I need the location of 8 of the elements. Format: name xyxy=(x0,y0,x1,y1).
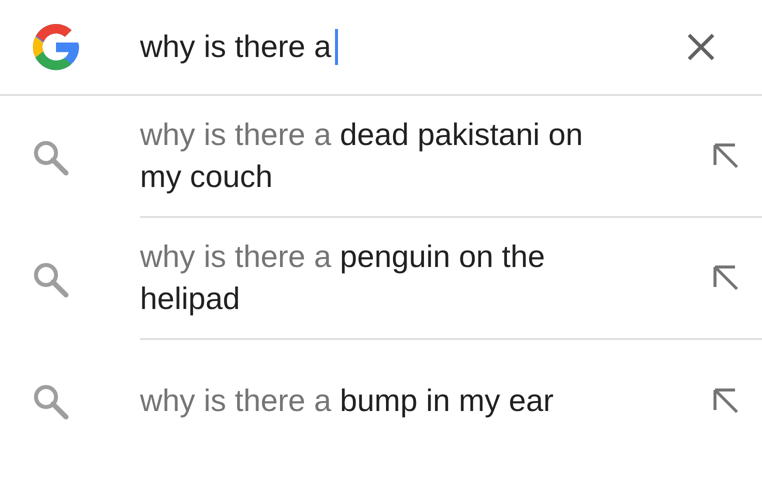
close-icon[interactable] xyxy=(686,32,716,62)
suggestion-text[interactable]: why is there a bump in my ear xyxy=(140,380,620,422)
suggestion-text[interactable]: why is there a dead pakistani on my couch xyxy=(140,114,620,198)
arrow-icon[interactable] xyxy=(711,141,741,171)
arrow-icon[interactable] xyxy=(711,386,741,416)
arrow-icon[interactable] xyxy=(711,263,741,293)
suggestion-text[interactable]: why is there a penguin on the helipad xyxy=(140,236,620,320)
search-field[interactable]: why is there a xyxy=(140,24,686,70)
